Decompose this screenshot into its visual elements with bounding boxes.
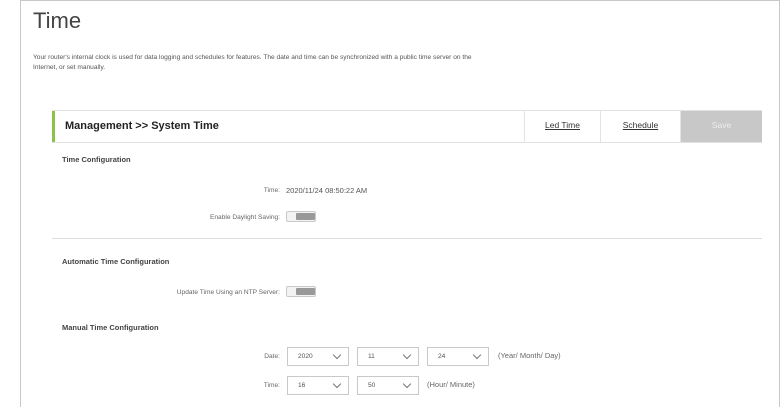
month-select[interactable]: 11 [357,347,419,366]
page-description: Your router's internal clock is used for… [33,54,472,71]
header-accent [52,111,55,142]
page-title: Time [33,8,82,33]
day-value: 24 [438,353,446,360]
toggle-knob [296,213,315,220]
led-time-link[interactable]: Led Time [524,111,600,142]
time-input-label: Time: [263,382,280,389]
manual-time-config-heading: Manual Time Configuration [62,323,159,332]
year-select[interactable]: 2020 [287,347,349,366]
daylight-saving-label: Enable Daylight Saving: [209,214,280,221]
time-label: Time: [263,187,280,194]
time-format-note: (Hour/ Minute) [427,380,475,389]
auto-time-config-heading: Automatic Time Configuration [62,257,170,266]
ntp-server-toggle[interactable] [286,286,316,297]
chevron-down-icon [332,379,342,389]
daylight-saving-toggle[interactable] [286,211,316,222]
minute-select[interactable]: 50 [357,376,419,395]
chevron-down-icon [332,350,342,360]
day-select[interactable]: 24 [427,347,489,366]
hour-select[interactable]: 16 [287,376,349,395]
section-header: Management >> System Time Led Time Sched… [52,110,762,143]
ntp-server-label: Update Time Using an NTP Server: [176,289,280,296]
date-label: Date: [264,353,280,360]
schedule-link[interactable]: Schedule [600,111,680,142]
month-value: 11 [368,353,375,360]
time-config-heading: Time Configuration [62,155,131,164]
save-button[interactable]: Save [680,111,762,142]
current-time-value: 2020/11/24 08:50:22 AM [286,186,368,195]
toggle-knob [296,288,315,295]
section-divider [52,238,762,239]
chevron-down-icon [472,350,482,360]
minute-value: 50 [368,382,376,389]
hour-value: 16 [298,382,306,389]
chevron-down-icon [402,379,412,389]
date-format-note: (Year/ Month/ Day) [498,351,561,360]
breadcrumb: Management >> System Time [65,120,219,132]
year-value: 2020 [298,353,313,360]
chevron-down-icon [402,350,412,360]
